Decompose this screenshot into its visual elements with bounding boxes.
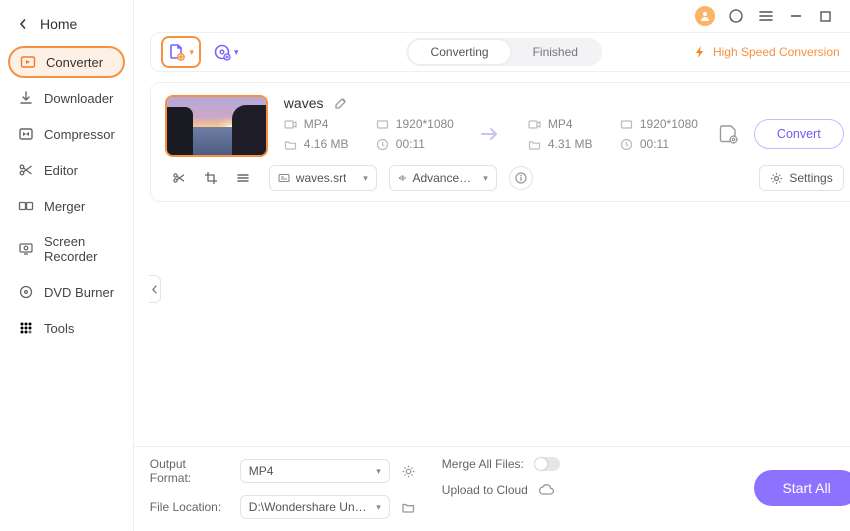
- media-item-card: waves MP4 4.16 MB: [150, 82, 850, 202]
- scissors-icon: [18, 162, 34, 178]
- gear-icon: [770, 172, 783, 185]
- start-all-button[interactable]: Start All: [754, 470, 850, 506]
- output-format-label: Output Format:: [150, 457, 230, 485]
- file-location-label: File Location:: [150, 500, 230, 514]
- high-speed-label: High Speed Conversion: [713, 45, 840, 59]
- home-link[interactable]: Home: [8, 10, 125, 46]
- download-icon: [18, 90, 34, 106]
- merge-all-label: Merge All Files:: [442, 457, 524, 471]
- sidebar-item-converter[interactable]: Converter: [8, 46, 125, 78]
- file-location-value: D:\Wondershare UniConverter 1: [249, 500, 367, 514]
- dst-duration: 00:11: [640, 137, 669, 151]
- audio-value: Advanced Audi...: [412, 171, 477, 185]
- clock-icon: [376, 137, 390, 151]
- chevron-down-icon: ▾: [363, 173, 368, 184]
- add-files-button[interactable]: ▾: [161, 36, 201, 68]
- clock-icon: [620, 137, 634, 151]
- dvd-icon: [18, 284, 34, 300]
- sidebar-item-label: Tools: [44, 321, 74, 336]
- output-format-value: MP4: [249, 464, 274, 478]
- resolution-icon: [620, 117, 634, 131]
- lightning-icon: [693, 45, 707, 59]
- dst-resolution: 1920*1080: [640, 117, 698, 131]
- tab-converting[interactable]: Converting: [409, 40, 511, 64]
- chevron-down-icon: ▾: [190, 47, 195, 58]
- sidebar-item-compressor[interactable]: Compressor: [8, 118, 125, 150]
- output-format-settings-icon[interactable]: [400, 462, 418, 480]
- audio-icon: [398, 172, 407, 184]
- dst-size: 4.31 MB: [548, 137, 593, 151]
- merge-all-toggle[interactable]: [534, 457, 560, 471]
- screen-recorder-icon: [18, 241, 34, 257]
- sidebar-item-screen-recorder[interactable]: Screen Recorder: [8, 226, 125, 272]
- cloud-icon[interactable]: [538, 481, 556, 499]
- rename-icon[interactable]: [333, 95, 349, 111]
- home-label: Home: [40, 16, 77, 32]
- convert-button[interactable]: Convert: [754, 119, 844, 149]
- support-icon[interactable]: [727, 7, 745, 25]
- tools-icon: [18, 320, 34, 336]
- back-icon: [18, 19, 28, 29]
- video-thumbnail[interactable]: [165, 95, 268, 157]
- sidebar-item-editor[interactable]: Editor: [8, 154, 125, 186]
- upload-cloud-label: Upload to Cloud: [442, 483, 528, 497]
- sidebar-item-merger[interactable]: Merger: [8, 190, 125, 222]
- src-duration: 00:11: [396, 137, 425, 151]
- sidebar-item-downloader[interactable]: Downloader: [8, 82, 125, 114]
- subtitle-value: waves.srt: [296, 171, 347, 185]
- compressor-icon: [18, 126, 34, 142]
- subtitle-icon: [278, 172, 290, 184]
- output-settings-icon[interactable]: [718, 123, 740, 145]
- status-tabs: Converting Finished: [407, 38, 602, 66]
- sidebar-item-label: Merger: [44, 199, 85, 214]
- crop-icon[interactable]: [203, 170, 219, 186]
- chevron-down-icon: ▾: [234, 47, 239, 58]
- high-speed-conversion-toggle[interactable]: High Speed Conversion: [685, 41, 848, 63]
- folder-icon: [284, 137, 298, 151]
- minimize-button[interactable]: [787, 7, 805, 25]
- item-settings-button[interactable]: Settings: [759, 165, 843, 191]
- maximize-button[interactable]: [817, 7, 835, 25]
- arrow-right-icon: [474, 125, 508, 143]
- output-format-select[interactable]: MP4 ▾: [240, 459, 390, 483]
- item-title: waves: [284, 95, 324, 111]
- sidebar-item-label: DVD Burner: [44, 285, 114, 300]
- sidebar-item-label: Screen Recorder: [44, 234, 115, 264]
- sidebar-item-tools[interactable]: Tools: [8, 312, 125, 344]
- effects-icon[interactable]: [235, 170, 251, 186]
- info-icon[interactable]: [509, 166, 533, 190]
- trim-icon[interactable]: [171, 170, 187, 186]
- sidebar-item-dvd-burner[interactable]: DVD Burner: [8, 276, 125, 308]
- subtitle-dropdown[interactable]: waves.srt ▾: [269, 165, 377, 191]
- merger-icon: [18, 198, 34, 214]
- audio-dropdown[interactable]: Advanced Audi... ▾: [389, 165, 497, 191]
- hamburger-menu-icon[interactable]: [757, 7, 775, 25]
- account-avatar[interactable]: [695, 6, 715, 26]
- dst-format: MP4: [548, 117, 573, 131]
- camera-icon: [528, 117, 542, 131]
- converter-icon: [20, 54, 36, 70]
- sidebar-item-label: Editor: [44, 163, 78, 178]
- chevron-down-icon: ▾: [483, 173, 488, 184]
- src-size: 4.16 MB: [304, 137, 349, 151]
- camera-icon: [284, 117, 298, 131]
- file-location-select[interactable]: D:\Wondershare UniConverter 1 ▾: [240, 495, 390, 519]
- chevron-down-icon: ▾: [376, 466, 381, 477]
- folder-icon: [528, 137, 542, 151]
- sidebar-item-label: Compressor: [44, 127, 115, 142]
- add-dvd-button[interactable]: ▾: [209, 38, 243, 66]
- src-format: MP4: [304, 117, 329, 131]
- settings-label: Settings: [789, 171, 832, 185]
- tab-finished[interactable]: Finished: [511, 40, 600, 64]
- src-resolution: 1920*1080: [396, 117, 454, 131]
- sidebar-item-label: Converter: [46, 55, 103, 70]
- chevron-down-icon: ▾: [376, 502, 381, 513]
- resolution-icon: [376, 117, 390, 131]
- sidebar-item-label: Downloader: [44, 91, 113, 106]
- open-folder-icon[interactable]: [400, 498, 418, 516]
